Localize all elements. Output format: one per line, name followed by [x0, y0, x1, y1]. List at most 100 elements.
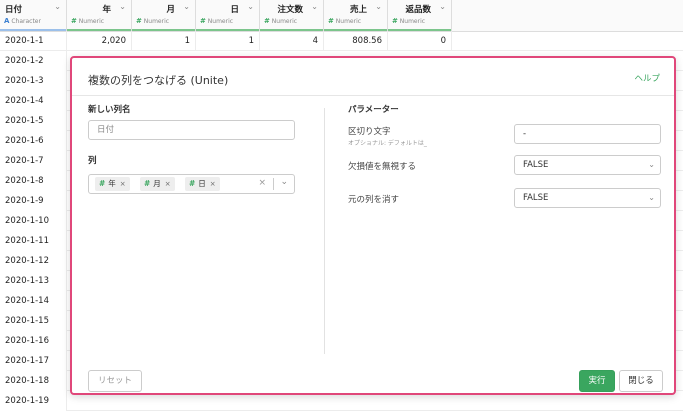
column-header-returns[interactable]: 返品数 ⌄ # Numeric — [388, 0, 452, 31]
numeric-type-icon: # — [99, 179, 106, 188]
column-type-label: Numeric — [78, 18, 105, 25]
close-icon[interactable]: × — [120, 180, 126, 188]
table-cell[interactable]: 2020-1-8 — [0, 171, 67, 191]
chevron-down-icon[interactable]: ⌄ — [119, 2, 126, 11]
column-header-orders[interactable]: 注文数 ⌄ # Numeric — [260, 0, 324, 31]
table-cell[interactable]: 2,020 — [67, 31, 132, 51]
chevron-down-icon[interactable]: ⌄ — [311, 2, 318, 11]
column-header-day[interactable]: 日 ⌄ # Numeric — [196, 0, 260, 31]
separator-note: オプショナル: デフォルトは_ — [348, 140, 427, 147]
column-type-label: Numeric — [335, 18, 362, 25]
chip-label: 年 — [108, 179, 116, 188]
chip-label: 月 — [153, 179, 161, 188]
table-cell[interactable]: 2020-1-18 — [0, 371, 67, 391]
column-type: # Numeric — [392, 17, 425, 25]
separator-input[interactable]: - — [514, 124, 661, 144]
columns-multiselect[interactable]: # 年 × # 月 × # 日 × × ⌄ — [88, 174, 295, 194]
column-header-month[interactable]: 月 ⌄ # Numeric — [132, 0, 196, 31]
columns-label: 列 — [88, 156, 97, 166]
column-header-date[interactable]: 日付 ⌄ A Character — [0, 0, 67, 31]
table-cell[interactable]: 808.56 — [324, 31, 388, 51]
table-cell[interactable]: 0 — [388, 31, 452, 51]
chevron-down-icon[interactable]: ⌄ — [280, 177, 288, 187]
table-cell[interactable]: 2020-1-10 — [0, 211, 67, 231]
unite-dialog: 複数の列をつなげる (Unite) ヘルプ 新しい列名 日付 列 # 年 × # 月 ×… — [70, 56, 676, 395]
dialog-header-divider — [72, 95, 674, 96]
column-type-label: Numeric — [143, 18, 170, 25]
table-cell[interactable]: 2020-1-5 — [0, 111, 67, 131]
table-cell[interactable]: 2020-1-11 — [0, 231, 67, 251]
table-row[interactable]: 2020-1-1 2,020 1 1 4 808.56 0 — [0, 31, 683, 51]
chevron-down-icon[interactable]: ⌄ — [375, 2, 382, 11]
ignore-na-label: 欠損値を無視する — [348, 162, 417, 172]
chevron-down-icon: ⌄ — [648, 160, 655, 169]
table-cell[interactable]: 2020-1-9 — [0, 191, 67, 211]
new-column-input[interactable]: 日付 — [88, 120, 295, 140]
column-header-sales[interactable]: 売上 ⌄ # Numeric — [324, 0, 388, 31]
remove-columns-value: FALSE — [523, 193, 549, 203]
ignore-na-select[interactable]: FALSE ⌄ — [514, 155, 661, 175]
column-type-label: Character — [11, 18, 41, 25]
table-cell[interactable]: 2020-1-1 — [0, 31, 67, 51]
chevron-down-icon[interactable]: ⌄ — [54, 2, 61, 11]
column-header-year[interactable]: 年 ⌄ # Numeric — [67, 0, 132, 31]
table-cell[interactable]: 2020-1-16 — [0, 331, 67, 351]
chevron-down-icon[interactable]: ⌄ — [247, 2, 254, 11]
table-cell[interactable]: 2020-1-15 — [0, 311, 67, 331]
table-cell[interactable]: 4 — [260, 31, 324, 51]
separator-label: 区切り文字 — [348, 127, 391, 137]
table-cell[interactable]: 1 — [196, 31, 260, 51]
column-type: # Numeric — [264, 17, 297, 25]
column-name: 年 — [102, 5, 111, 15]
table-cell[interactable]: 2020-1-17 — [0, 351, 67, 371]
table-cell[interactable]: 1 — [132, 31, 196, 51]
reset-button[interactable]: リセット — [88, 370, 142, 392]
table-cell[interactable]: 2020-1-7 — [0, 151, 67, 171]
character-type-icon: A — [4, 17, 10, 25]
table-cell[interactable]: 2020-1-4 — [0, 91, 67, 111]
column-type-label: Numeric — [399, 18, 426, 25]
chevron-down-icon: ⌄ — [648, 193, 655, 202]
numeric-type-icon: # — [189, 179, 196, 188]
clear-icon[interactable]: × — [258, 178, 266, 188]
numeric-type-icon: # — [136, 17, 142, 25]
column-type-label: Numeric — [271, 18, 298, 25]
column-chip[interactable]: # 日 × — [185, 177, 220, 191]
table-cell[interactable]: 2020-1-6 — [0, 131, 67, 151]
select-divider — [273, 178, 274, 190]
column-chip[interactable]: # 月 × — [140, 177, 175, 191]
column-name: 日 — [230, 5, 239, 15]
close-icon[interactable]: × — [165, 180, 171, 188]
chevron-down-icon[interactable]: ⌄ — [439, 2, 446, 11]
numeric-type-icon: # — [71, 17, 77, 25]
column-name: 月 — [166, 5, 175, 15]
column-name: 日付 — [5, 5, 23, 15]
close-button[interactable]: 閉じる — [619, 370, 663, 392]
column-name: 返品数 — [405, 5, 431, 15]
chip-label: 日 — [198, 179, 206, 188]
help-link[interactable]: ヘルプ — [634, 72, 660, 84]
run-button[interactable]: 実行 — [579, 370, 615, 392]
numeric-type-icon: # — [264, 17, 270, 25]
column-chip[interactable]: # 年 × — [95, 177, 130, 191]
column-type: # Numeric — [328, 17, 361, 25]
table-cell[interactable]: 2020-1-2 — [0, 51, 67, 71]
column-type: A Character — [4, 17, 41, 25]
remove-columns-label: 元の列を消す — [348, 195, 400, 205]
table-cell[interactable]: 2020-1-12 — [0, 251, 67, 271]
parameters-title: パラメーター — [348, 105, 399, 115]
table-cell[interactable]: 2020-1-13 — [0, 271, 67, 291]
numeric-type-icon: # — [144, 179, 151, 188]
table-cell[interactable]: 2020-1-3 — [0, 71, 67, 91]
column-type: # Numeric — [200, 17, 233, 25]
column-name: 売上 — [349, 5, 367, 15]
remove-columns-select[interactable]: FALSE ⌄ — [514, 188, 661, 208]
pane-divider — [324, 108, 325, 354]
close-icon[interactable]: × — [210, 180, 216, 188]
table-cell[interactable]: 2020-1-14 — [0, 291, 67, 311]
new-column-label: 新しい列名 — [88, 105, 131, 115]
table-cell[interactable]: 2020-1-19 — [0, 391, 67, 411]
column-header-row: 日付 ⌄ A Character 年 ⌄ # Numeric 月 ⌄ # Num… — [0, 0, 683, 32]
chevron-down-icon[interactable]: ⌄ — [183, 2, 190, 11]
numeric-type-icon: # — [200, 17, 206, 25]
